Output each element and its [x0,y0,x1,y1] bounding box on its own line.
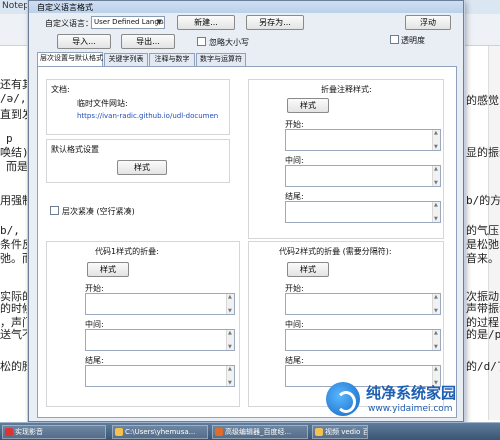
fold-comment-style-group: 折叠注释样式: 样式 开始: 中间: 结尾: [248,79,444,239]
taskbar: 实现影音 C:\Users\yhemusa... 高级编辑器_百度经... 视频… [0,422,500,440]
watermark-title: 纯净系统家园 [366,384,457,402]
tab-page-folding-default-style: 文档: 临时文件网站: https://ivan-radic.github.io… [37,66,457,418]
taskbar-item[interactable]: 视频 vedio 百 [312,425,368,439]
fold-code1-label: 代码1样式的折叠: [95,247,159,256]
fold-comment-middle-input[interactable] [285,165,441,187]
bg-text-line: 而是 [6,160,28,173]
watermark-url: www.yidaimei.com [368,404,453,414]
default-style-button[interactable]: 样式 [117,160,167,175]
documentation-group: 文档: 临时文件网站: https://ivan-radic.github.io… [46,79,230,135]
tab-folding-default-style[interactable]: 层次设置与默认格式 [37,52,103,67]
taskbar-item[interactable]: 高级编辑器_百度经... [212,425,308,439]
default-style-group: 默认格式设置 样式 [46,139,230,183]
export-button[interactable]: 导出... [121,34,175,49]
fold-code2-open-input[interactable] [285,293,441,315]
bg-text-line: b/的方 [466,194,500,207]
language-select[interactable]: User Defined Language ▼ [91,16,165,29]
taskbar-item-label: C:\Users\yhemusa... [125,428,196,436]
bg-text-line: 的是/p/ [466,328,500,341]
fold-comment-style-label: 折叠注释样式: [321,85,372,94]
watermark: 纯净系统家园 www.yidaimei.com [326,378,496,422]
taskbar-item-label: 视频 vedio 百 [325,428,368,436]
fold-comment-open-input[interactable] [285,129,441,151]
browser-icon [215,428,223,436]
scrollbar[interactable] [432,130,440,150]
taskbar-item[interactable]: C:\Users\yhemusa... [112,425,208,439]
bg-text-line: 的感觉 [466,94,499,107]
fold-code2-middle-input[interactable] [285,329,441,351]
chevron-down-icon: ▼ [156,18,162,26]
bg-text-line: 显的振动 [466,146,500,159]
dock-button[interactable]: 浮动 [405,15,451,30]
documentation-label: 文档: [51,85,70,94]
import-button[interactable]: 导入... [57,34,111,49]
fold-code2-label: 代码2样式的折叠 (需要分隔符): [279,247,392,256]
dialog-title-bar[interactable]: 自定义语言格式 [29,1,463,13]
documentation-link[interactable]: https://ivan-radic.github.io/udl-documen [77,112,218,120]
save-as-button[interactable]: 另存为... [246,15,304,30]
folder-icon [115,428,123,436]
fold-code1-middle-input[interactable] [85,329,235,351]
ignore-case-checkbox[interactable] [197,37,206,46]
fold-code1-open-input[interactable] [85,293,235,315]
tab-operators-delimiters[interactable]: 数字与运算符 [196,53,246,66]
fold-code2-style-button[interactable]: 样式 [287,262,329,277]
watermark-logo-icon [326,382,360,416]
taskbar-item-label: 高级编辑器_百度经... [225,428,292,436]
language-select-value: User Defined Language [94,18,164,26]
folder-icon [315,428,323,436]
default-style-label: 默认格式设置 [51,145,99,154]
fold-code1-style-button[interactable]: 样式 [87,262,129,277]
tab-comment-number[interactable]: 注释与数字 [149,53,195,66]
scrollbar[interactable] [226,294,234,314]
media-player-icon [5,428,13,436]
fold-comment-style-button[interactable]: 样式 [287,98,329,113]
user-defined-language-dialog: 自定义语言格式 自定义语言： User Defined Language ▼ 新… [28,0,464,422]
transparency-checkbox[interactable] [390,35,399,44]
fold-code1-close-input[interactable] [85,365,235,387]
scrollbar[interactable] [226,366,234,386]
bg-text-line: /ə/, [0,92,27,105]
temp-doc-site-label: 临时文件网站: [77,99,128,108]
scrollbar[interactable] [432,166,440,186]
fold-comment-close-input[interactable] [285,201,441,223]
taskbar-item-label: 实现影音 [15,428,43,436]
bg-text-line: 的/d/了 [466,360,500,373]
language-label: 自定义语言： [45,19,93,28]
scrollbar[interactable] [432,202,440,222]
ignore-case-label: 忽略大小写 [209,38,249,47]
new-language-button[interactable]: 新建... [177,15,235,30]
scrollbar[interactable] [432,294,440,314]
scrollbar[interactable] [432,330,440,350]
taskbar-item[interactable]: 实现影音 [2,425,106,439]
tab-keywords-list[interactable]: 关键字列表 [104,53,148,66]
transparency-label: 透明度 [401,36,425,45]
bg-text-line: 音来。 [466,252,499,265]
dialog-title: 自定义语言格式 [37,3,93,12]
fold-compact-checkbox[interactable] [50,206,59,215]
fold-compact-label: 层次紧凑 (空行紧凑) [62,207,135,216]
fold-code1-group: 代码1样式的折叠: 样式 开始: 中间: 结尾: [46,241,240,407]
scrollbar[interactable] [226,330,234,350]
